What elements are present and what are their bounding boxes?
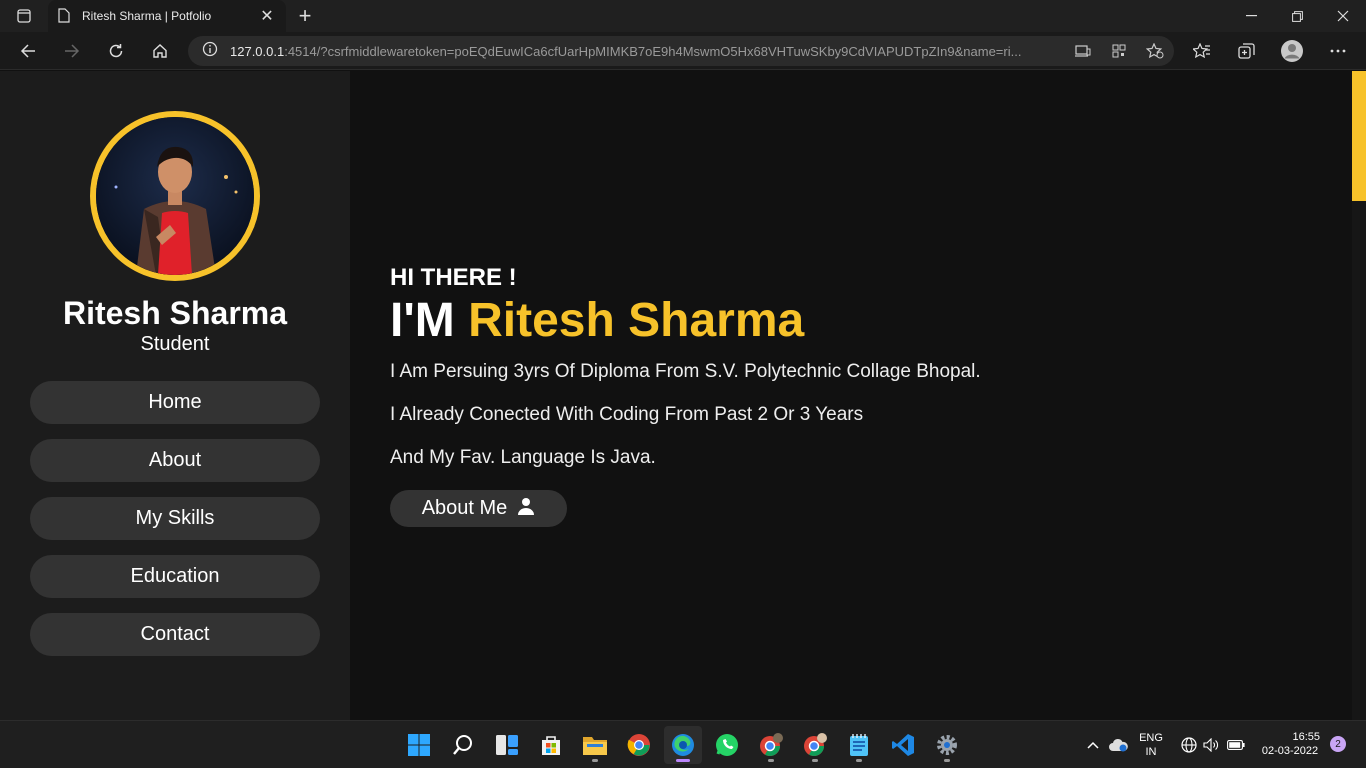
page-content: Ritesh Sharma Student Home About My Skil… <box>0 71 1366 720</box>
running-indicator <box>812 759 818 762</box>
task-view-icon[interactable] <box>488 726 526 764</box>
file-explorer-icon[interactable] <box>576 726 614 764</box>
tab-actions-icon[interactable] <box>8 4 40 28</box>
hero-highlight-name: Ritesh Sharma <box>468 294 805 347</box>
restore-button[interactable] <box>1274 0 1320 32</box>
hero-line-2: I Already Conected With Coding From Past… <box>390 404 864 425</box>
notification-badge[interactable]: 2 <box>1330 736 1346 752</box>
refresh-icon[interactable] <box>100 35 132 67</box>
show-hidden-icons-icon[interactable] <box>1082 726 1104 764</box>
collections-icon[interactable] <box>1230 35 1262 67</box>
close-window-button[interactable] <box>1320 0 1366 32</box>
profile-name: Ritesh Sharma <box>62 295 288 331</box>
home-icon[interactable] <box>144 35 176 67</box>
browser-window: Ritesh Sharma | Potfolio ✕ + 127.0.0.1:4… <box>0 0 1366 720</box>
start-windows-icon[interactable] <box>400 726 438 764</box>
chrome-profile-2-icon[interactable] <box>796 726 834 764</box>
nav-education-button[interactable]: Education <box>30 555 320 598</box>
url-text[interactable]: 127.0.0.1:4514/?csrfmiddlewaretoken=poEQ… <box>230 44 1050 59</box>
app-available-icon[interactable] <box>1070 40 1096 62</box>
qr-code-icon[interactable] <box>1106 40 1132 62</box>
user-icon <box>517 497 535 521</box>
profile-photo <box>90 111 260 281</box>
add-favorite-icon[interactable] <box>1142 40 1168 62</box>
tab-title: Ritesh Sharma | Potfolio <box>82 9 212 23</box>
running-indicator <box>856 759 862 762</box>
language-indicator[interactable]: ENG IN <box>1136 731 1166 759</box>
close-tab-icon[interactable]: ✕ <box>258 7 276 25</box>
new-tab-button[interactable]: + <box>292 3 318 28</box>
sidebar: Ritesh Sharma Student Home About My Skil… <box>0 71 350 720</box>
about-me-button[interactable]: About Me <box>390 490 567 527</box>
chrome-icon[interactable] <box>620 726 658 764</box>
profile-avatar-icon[interactable] <box>1276 35 1308 67</box>
favorites-icon[interactable] <box>1186 35 1218 67</box>
volume-icon[interactable] <box>1200 726 1222 764</box>
search-icon[interactable] <box>444 726 482 764</box>
nav-contact-button[interactable]: Contact <box>30 613 320 656</box>
running-indicator <box>944 759 950 762</box>
vscode-icon[interactable] <box>884 726 922 764</box>
browser-toolbar: 127.0.0.1:4514/?csrfmiddlewaretoken=poEQ… <box>0 32 1366 70</box>
nav-skills-button[interactable]: My Skills <box>30 497 320 540</box>
network-globe-icon[interactable] <box>1178 726 1200 764</box>
forward-icon[interactable] <box>56 35 88 67</box>
clock[interactable]: 16:55 02-03-2022 <box>1254 730 1326 758</box>
nav-home-button[interactable]: Home <box>30 381 320 424</box>
browser-tab[interactable]: Ritesh Sharma | Potfolio ✕ <box>48 0 286 32</box>
hero-section: HI THERE ! I'M Ritesh Sharma I Am Persui… <box>350 71 1352 720</box>
microsoft-store-icon[interactable] <box>532 726 570 764</box>
address-bar[interactable]: 127.0.0.1:4514/?csrfmiddlewaretoken=poEQ… <box>188 36 1174 66</box>
back-icon[interactable] <box>12 35 44 67</box>
scrollbar-thumb[interactable] <box>1352 71 1366 201</box>
running-indicator <box>592 759 598 762</box>
minimize-button[interactable] <box>1228 0 1274 32</box>
nav-about-button[interactable]: About <box>30 439 320 482</box>
settings-gear-icon[interactable] <box>928 726 966 764</box>
notepad-icon[interactable] <box>840 726 878 764</box>
title-bar: Ritesh Sharma | Potfolio ✕ + <box>0 0 1366 32</box>
taskbar: ENG IN 16:55 02-03-2022 <box>0 720 1366 768</box>
hero-greeting: HI THERE ! <box>390 264 517 291</box>
site-info-icon[interactable] <box>202 41 218 62</box>
chrome-profile-icon[interactable] <box>752 726 790 764</box>
edge-icon[interactable] <box>664 726 702 764</box>
more-menu-icon[interactable] <box>1322 35 1354 67</box>
hero-line-1: I Am Persuing 3yrs Of Diploma From S.V. … <box>390 361 981 382</box>
battery-icon[interactable] <box>1224 726 1248 764</box>
profile-role: Student <box>140 333 210 355</box>
about-me-label: About Me <box>421 497 508 519</box>
hero-line-3: And My Fav. Language Is Java. <box>390 447 656 468</box>
whatsapp-icon[interactable] <box>708 726 746 764</box>
page-favicon-icon <box>58 8 72 24</box>
hero-title: I'M Ritesh Sharma <box>390 294 805 347</box>
running-indicator <box>768 759 774 762</box>
active-indicator <box>676 759 690 762</box>
onedrive-cloud-icon[interactable] <box>1104 726 1132 764</box>
